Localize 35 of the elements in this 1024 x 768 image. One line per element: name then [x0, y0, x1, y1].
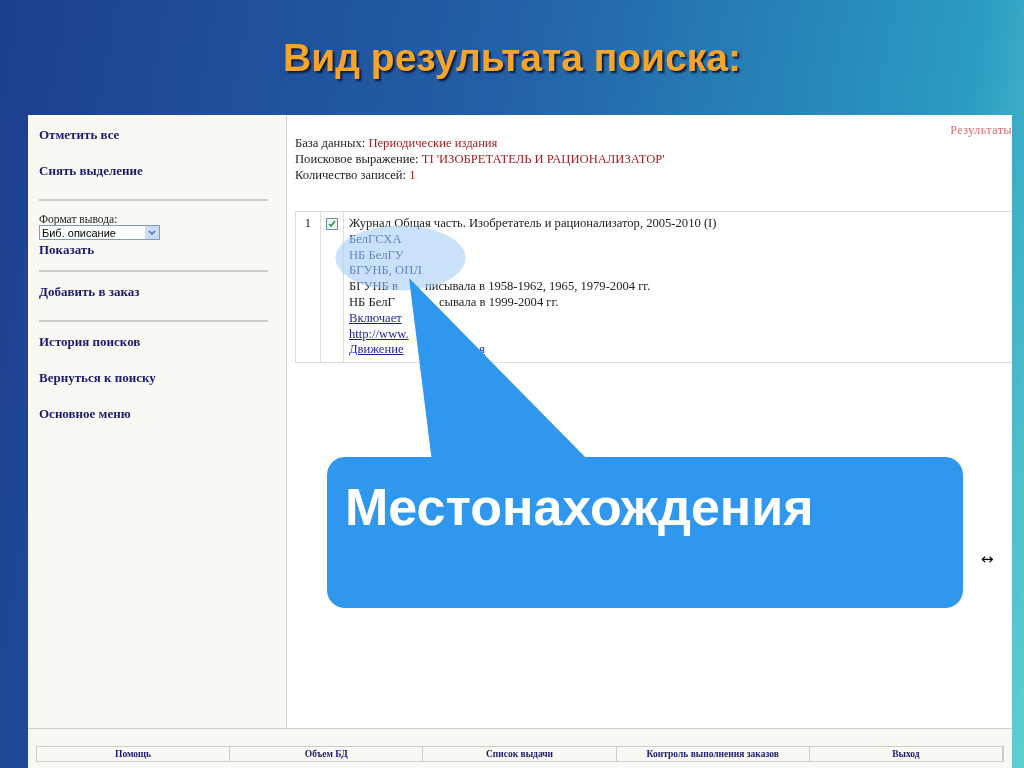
sidebar-link[interactable]: Вернуться к поиску: [39, 370, 156, 386]
callout-text: Местонахождения: [345, 477, 814, 537]
slide-title: Вид результата поиска:: [283, 36, 741, 80]
search-info-text: База данных: Периодические издания: [295, 136, 498, 151]
search-info-text: Количество записей: 1: [295, 168, 416, 183]
footer-link[interactable]: Помощь: [37, 747, 231, 761]
location-text: БГУНБ, ОПЛ: [349, 263, 422, 280]
location-text: НБ БелГУ: [349, 247, 404, 264]
location-text: БелГСХА: [349, 231, 402, 248]
footer-link[interactable]: Объем БД: [230, 747, 424, 761]
footer-link[interactable]: Контроль выполнения заказов: [616, 747, 810, 761]
footer-link[interactable]: Список выдачи: [423, 747, 617, 761]
sidebar-link[interactable]: Добавить в заказ: [39, 284, 140, 300]
sidebar-link[interactable]: История поисков: [39, 334, 141, 350]
record-title: Журнал Общая часть. Изобретатель и рационализатор, 2005-2010 (I): [349, 216, 717, 232]
sidebar-link[interactable]: Основное меню: [39, 406, 131, 422]
sidebar-link[interactable]: Отметить все: [39, 127, 120, 143]
holdings-note: сывала в 1999-2004 гг.: [439, 295, 559, 311]
footer-link[interactable]: Выход: [809, 747, 1003, 761]
search-info-text: Поисковое выражение: TI 'ИЗОБРЕТАТЕЛЬ И РАЦИОНАЛИЗАТОР': [295, 152, 665, 167]
holdings-note: БГУНБ в: [349, 279, 398, 295]
format-label: Формат вывода:: [39, 213, 118, 225]
record-link[interactable]: Включает: [349, 310, 402, 327]
holdings-note: писывала в 1958-1962, 1965, 1979-2004 гг.: [425, 279, 651, 295]
record-link[interactable]: Движение: [349, 342, 404, 359]
record-link[interactable]: http://www.: [349, 326, 409, 343]
sidebar-link[interactable]: Снять выделение: [39, 163, 143, 179]
holdings-note: НБ БелГ: [349, 295, 395, 311]
format-dropdown[interactable]: Биб. описание: [39, 225, 160, 240]
sidebar-link[interactable]: Показать: [39, 242, 95, 258]
checkbox[interactable]: [326, 218, 338, 230]
chevron-down-icon: [148, 230, 156, 235]
resize-glyph: ↔: [981, 550, 994, 568]
row-number: 1: [304, 216, 312, 230]
results-link[interactable]: Результаты: [950, 123, 1012, 138]
